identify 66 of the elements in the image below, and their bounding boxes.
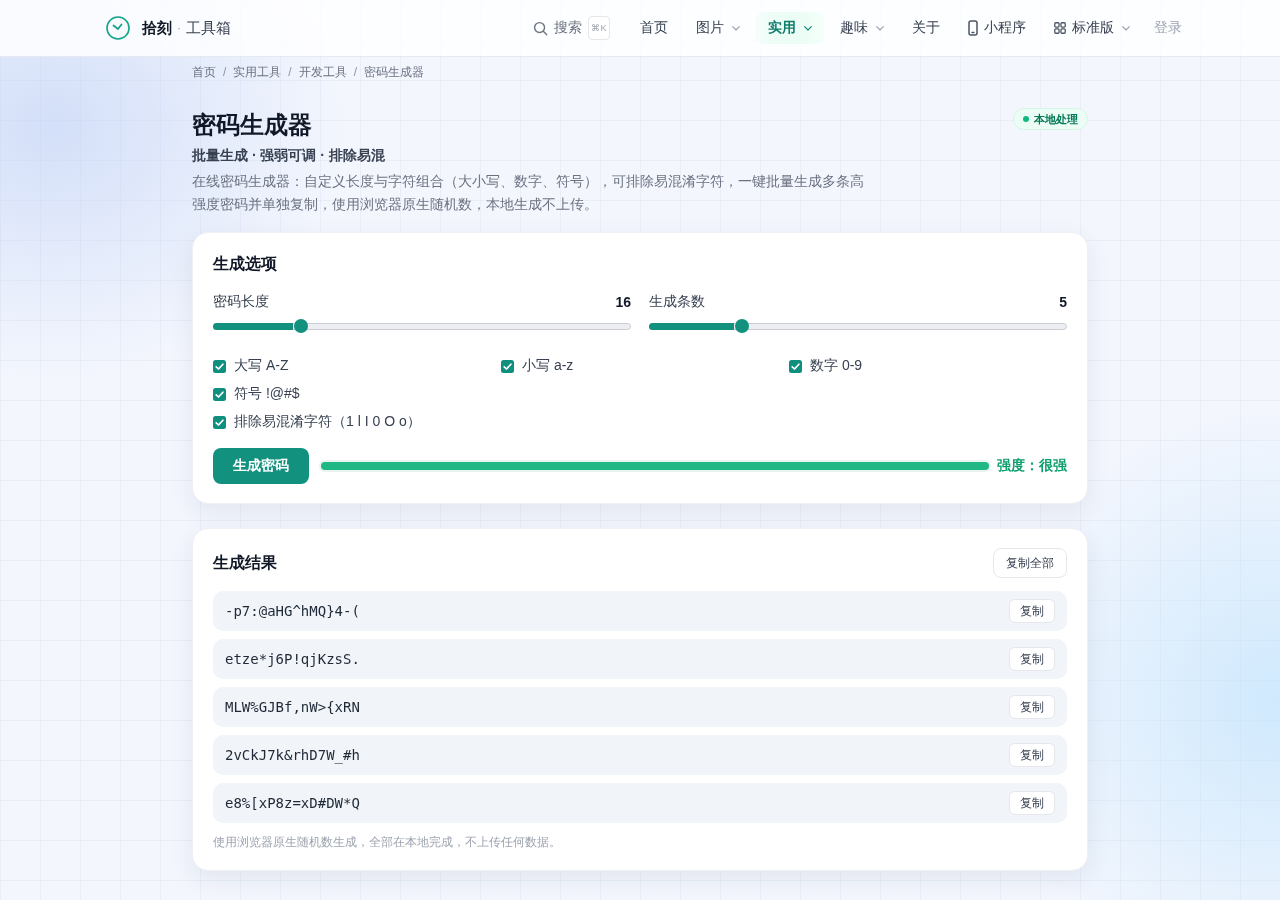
checkbox[interactable] (213, 415, 226, 429)
slider-thumb[interactable] (294, 319, 309, 333)
nav-menu[interactable]: 图片 (684, 12, 752, 44)
checkbox-label: 符号 !@#$ (234, 385, 300, 403)
search-button[interactable]: 搜索 ⌘K (533, 12, 618, 44)
breadcrumb-current: 密码生成器 (364, 63, 425, 81)
checkbox[interactable] (213, 387, 226, 401)
brand-separator: · (177, 21, 181, 35)
nav-menu[interactable]: 标准版 (1042, 12, 1142, 44)
shortcut-key: ⌘K (588, 16, 610, 40)
copy-button[interactable]: 复制 (1009, 647, 1055, 671)
strength-label: 强度：很强 (997, 457, 1067, 475)
grid-icon (1054, 22, 1066, 34)
footer-note: 使用浏览器原生随机数生成，全部在本地完成，不上传任何数据。 (213, 834, 562, 851)
nav-menu[interactable]: 实用 (756, 12, 824, 44)
password-text: 2vCkJ7k&rhD7W_#h (225, 747, 360, 763)
page-description: 在线密码生成器：自定义长度与字符组合（大小写、数字、符号），可排除易混淆字符，一键批量生成多条高强度密码并单独复制，使用浏览器原生随机数，本地生成不上传。 (192, 172, 865, 214)
password-text: etze*j6P!qjKzsS. (225, 651, 360, 667)
chevron-down-icon (804, 25, 812, 31)
nav-link[interactable]: 小程序 (956, 12, 1038, 44)
breadcrumb-separator: / (223, 65, 227, 79)
slider-track[interactable] (649, 322, 1067, 330)
nav-link[interactable]: 关于 (900, 12, 952, 44)
checkbox[interactable] (789, 359, 802, 373)
nav-menu[interactable]: 趣味 (828, 12, 896, 44)
page-title: 密码生成器 (192, 110, 312, 140)
copy-button[interactable]: 复制 (1009, 743, 1055, 767)
chevron-down-icon (1122, 25, 1130, 31)
password-text: -p7:@aHG^hMQ}4-( (225, 603, 360, 619)
status-dot-icon (1023, 116, 1029, 122)
copy-button[interactable]: 复制 (1009, 791, 1055, 815)
copy-all-button[interactable]: 复制全部 (993, 548, 1067, 578)
copy-button[interactable]: 复制 (1009, 599, 1055, 623)
phone-icon (968, 20, 978, 36)
copy-button[interactable]: 复制 (1009, 695, 1055, 719)
slider-thumb[interactable] (734, 319, 749, 333)
status-label: 本地处理 (1034, 111, 1078, 127)
generate-button[interactable]: 生成密码 (213, 448, 309, 484)
checkbox-label: 数字 0-9 (810, 357, 863, 375)
checkbox-label: 大写 A-Z (234, 357, 289, 375)
card-title: 生成结果 (213, 553, 277, 573)
checkbox[interactable] (501, 359, 514, 373)
card-title: 生成选项 (213, 254, 278, 274)
breadcrumb-link[interactable]: 开发工具 (298, 63, 347, 81)
nav-link[interactable]: 首页 (628, 12, 680, 44)
brand-name: 拾刻 (142, 18, 172, 38)
password-text: e8%[xP8z=xD#DW*Q (225, 795, 360, 811)
slider-value: 5 (1059, 294, 1067, 310)
breadcrumb-separator: / (353, 65, 358, 79)
slider-value: 16 (615, 294, 631, 310)
brand-suffix: 工具箱 (186, 18, 231, 38)
slider-label: 密码长度 (213, 293, 269, 311)
breadcrumb-link[interactable]: 实用工具 (233, 63, 282, 81)
page-subtitle: 批量生成 · 强弱可调 · 排除易混 (192, 146, 386, 165)
search-icon (533, 20, 548, 36)
slider-track[interactable] (213, 322, 631, 330)
breadcrumb-link[interactable]: 首页 (192, 63, 216, 81)
checkbox[interactable] (213, 359, 226, 373)
breadcrumb-separator: / (288, 65, 292, 79)
slider-label: 生成条数 (649, 293, 705, 311)
checkbox-label: 排除易混淆字符（1 l I 0 O o） (234, 413, 421, 431)
chevron-down-icon (732, 25, 740, 31)
password-text: MLW%GJBf,nW>{xRN (225, 699, 360, 715)
checkbox-label: 小写 a-z (522, 357, 574, 375)
clock-logo-icon[interactable] (106, 16, 130, 40)
chevron-down-icon (876, 25, 884, 31)
